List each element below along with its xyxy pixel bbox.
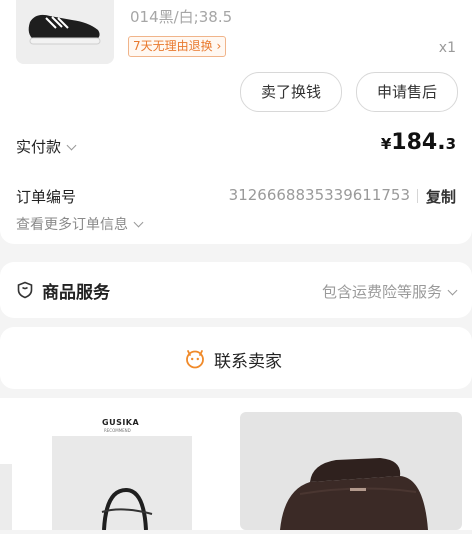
amount-decimal: 3 [445, 135, 456, 153]
service-title: 商品服务 [42, 283, 110, 303]
copy-button[interactable]: 复制 [426, 186, 456, 207]
more-order-info[interactable]: 查看更多订单信息 [16, 214, 456, 236]
tote-bag-image [280, 458, 428, 530]
shield-icon [17, 281, 33, 299]
payment-amount: ¥184.3 [381, 130, 456, 155]
order-number-row: 订单编号 3126668835339611753 复制 [16, 186, 456, 208]
handbag-image [101, 487, 153, 531]
recommend-card-edge[interactable] [0, 464, 12, 530]
sell-button[interactable]: 卖了换钱 [240, 72, 342, 112]
chevron-down-icon [447, 285, 458, 296]
service-detail: 包含运费险等服务 [321, 283, 442, 301]
chevron-right-icon: › [216, 39, 222, 53]
order-number-value: 3126668835339611753 [228, 186, 410, 204]
product-spec: 014黑/白;38.5 [130, 8, 233, 26]
payment-label: 实付款 [16, 138, 62, 156]
recommendation-feed: GUSIKA RECOMMEND [0, 398, 472, 531]
after-sale-button[interactable]: 申请售后 [356, 72, 458, 112]
seller-face-icon [186, 350, 204, 369]
service-card[interactable]: 商品服务 包含运费险等服务 [0, 262, 472, 318]
brand-logo: GUSIKA [102, 418, 140, 427]
product-thumbnail[interactable] [16, 0, 114, 64]
order-number-label: 订单编号 [16, 188, 77, 206]
payment-row: 实付款 ¥184.3 [16, 130, 456, 160]
return-policy-tag[interactable]: 7天无理由退换 › [128, 36, 227, 57]
currency-symbol: ¥ [380, 135, 392, 153]
divider [417, 189, 418, 203]
chevron-down-icon [133, 217, 144, 228]
brand-subtitle: RECOMMEND [104, 428, 131, 433]
contact-seller-card[interactable]: 联系卖家 [0, 327, 472, 389]
recommend-card-bag-2[interactable] [240, 412, 462, 530]
chevron-down-icon[interactable] [66, 140, 77, 151]
amount-integer: 184. [391, 130, 446, 155]
return-policy-label: 7天无理由退换 [133, 39, 213, 53]
sneaker-image [16, 0, 114, 64]
more-order-info-label: 查看更多订单信息 [16, 217, 128, 233]
recommend-card-bag-1[interactable]: GUSIKA RECOMMEND [44, 406, 196, 531]
product-quantity: x1 [438, 40, 456, 56]
order-card: 014黑/白;38.5 7天无理由退换 › x1 卖了换钱 申请售后 实付款 ¥… [0, 0, 472, 244]
contact-seller-label: 联系卖家 [214, 352, 282, 372]
product-photo [52, 436, 192, 531]
